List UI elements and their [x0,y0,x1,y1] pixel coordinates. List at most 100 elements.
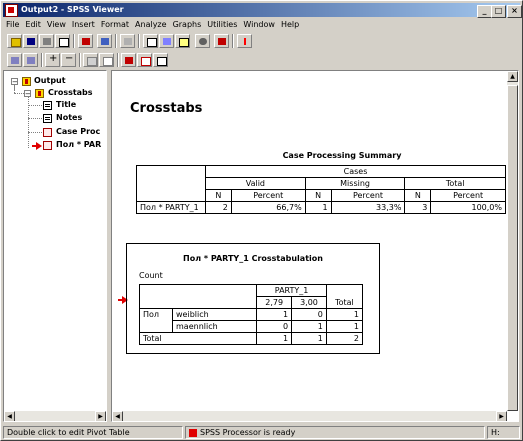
cell-valid-percent: 66,7% [230,201,306,214]
status-indicator: H: [487,426,520,439]
column-value: 2,79 [256,296,293,309]
cell-valid-n: 2 [205,201,232,214]
find-icon[interactable] [195,34,210,48]
variables-icon[interactable] [175,34,190,48]
page-icon [43,114,52,123]
cell-total-n: 3 [404,201,432,214]
crosstab-title: Пол * PARTY_1 Crosstabulation [183,254,323,263]
save-icon[interactable] [23,34,38,48]
insert-heading-icon[interactable] [121,53,136,67]
cell: 2 [325,332,364,345]
scroll-left-icon[interactable]: ◀ [4,411,15,421]
open-icon[interactable] [7,34,22,48]
crosstab-table[interactable]: PARTY_1 Total 2,79 3,00 Пол weiblich 1 0… [138,284,364,345]
subheader: Percent [430,189,506,202]
group-valid: Valid [205,177,306,190]
subheader: N [304,189,332,202]
scroll-left-icon[interactable]: ◀ [112,411,123,421]
viewer-window: Output2 - SPSS Viewer _ □ × File Edit View… [0,0,523,441]
cell: 1 [291,320,327,333]
status-hint: Double click to edit Pivot Table [3,426,183,439]
column-variable: PARTY_1 [256,284,327,297]
cell-missing-percent: 33,3% [330,201,406,214]
case-summary-table[interactable]: Cases Valid Missing Total N Percent N Pe… [136,165,506,214]
row-label: maennlich [171,320,258,333]
insert-cases-icon[interactable] [214,34,229,48]
undo-icon[interactable] [120,34,135,48]
collapse-output-toggle[interactable]: − [11,78,18,86]
menu-format[interactable]: Format [98,18,132,31]
page-icon [43,101,52,110]
outline-crosstabs[interactable]: Crosstabs [48,88,93,98]
group-total: Total [404,177,506,190]
menu-file[interactable]: File [3,18,22,31]
subheader: N [404,189,432,202]
demote-icon[interactable] [23,53,38,67]
outline-crosstab-table[interactable]: Пол * PAR [56,140,101,150]
goto-data-icon[interactable] [143,34,158,48]
menu-analyze[interactable]: Analyze [132,18,170,31]
row-label: Пол * PARTY_1 [136,201,206,214]
menu-graphs[interactable]: Graphs [170,18,205,31]
dialog-recall-icon[interactable] [97,34,112,48]
hide-icon[interactable] [99,53,114,67]
row-variable: Пол [139,308,173,333]
cell-missing-n: 1 [304,201,332,214]
outline-toolbar: + − [3,51,520,69]
menu-window[interactable]: Window [240,18,278,31]
close-button[interactable]: × [507,5,522,18]
status-processor-text: SPSS Processor is ready [200,428,296,437]
cell: 1 [256,332,293,345]
maximize-button[interactable]: □ [491,5,506,18]
column-value: 3,00 [291,296,327,309]
goto-case-icon[interactable] [159,34,174,48]
collapse-crosstabs-toggle[interactable]: − [24,90,31,98]
outline-notes[interactable]: Notes [56,113,82,123]
cell: 0 [256,320,293,333]
crosstab-pivot-table[interactable]: Пол * PARTY_1 Crosstabulation Count PART… [126,243,383,357]
insert-text-icon[interactable] [153,53,168,67]
case-summary-title: Case Processing Summary [282,151,402,160]
outline-title[interactable]: Title [56,100,76,110]
print-icon[interactable] [39,34,54,48]
total-header: Total [325,284,364,309]
menu-insert[interactable]: Insert [69,18,98,31]
menu-bar: File Edit View Insert Format Analyze Graphs Uti… [3,18,520,31]
subheader: N [205,189,232,202]
menu-utilities[interactable]: Utilities [204,18,240,31]
cell-total-percent: 100,0% [430,201,506,214]
total-row-label: Total [138,332,258,345]
output-vscroll[interactable]: ▲ [507,71,518,411]
group-missing: Missing [304,177,406,190]
app-icon [5,4,18,17]
cell: 0 [291,308,327,321]
title-bar[interactable]: Output2 - SPSS Viewer _ □ × [3,3,522,18]
minimize-button[interactable]: _ [477,5,492,18]
expand-icon[interactable]: + [45,53,60,67]
outline-case-processing[interactable]: Case Proc [56,127,100,137]
menu-view[interactable]: View [44,18,69,31]
outline-output[interactable]: Output [34,76,66,86]
output-hscroll[interactable]: ◀ ▶ [112,411,507,421]
scroll-thumb[interactable] [507,85,518,411]
outline-pane[interactable]: − Output − Crosstabs Title Notes Case Pr… [3,70,107,422]
subheader: Percent [230,189,306,202]
menu-help[interactable]: Help [278,18,302,31]
cell: 1 [325,308,364,321]
output-pane[interactable]: Crosstabs Case Processing Summary Cases … [111,70,519,422]
scroll-right-icon[interactable]: ▶ [496,411,507,421]
outline-hscroll[interactable]: ◀ ▶ [4,411,106,421]
print-preview-icon[interactable] [55,34,70,48]
count-label: Count [139,271,163,280]
collapse-icon[interactable]: − [61,53,76,67]
menu-edit[interactable]: Edit [22,18,44,31]
scroll-up-icon[interactable]: ▲ [507,71,518,82]
subheader: Percent [330,189,406,202]
book-icon [35,89,44,98]
scroll-right-icon[interactable]: ▶ [95,411,106,421]
designate-window-icon[interactable] [237,34,252,48]
promote-icon[interactable] [7,53,22,67]
export-icon[interactable] [78,34,93,48]
insert-title-icon[interactable] [137,53,152,67]
show-icon[interactable] [83,53,98,67]
